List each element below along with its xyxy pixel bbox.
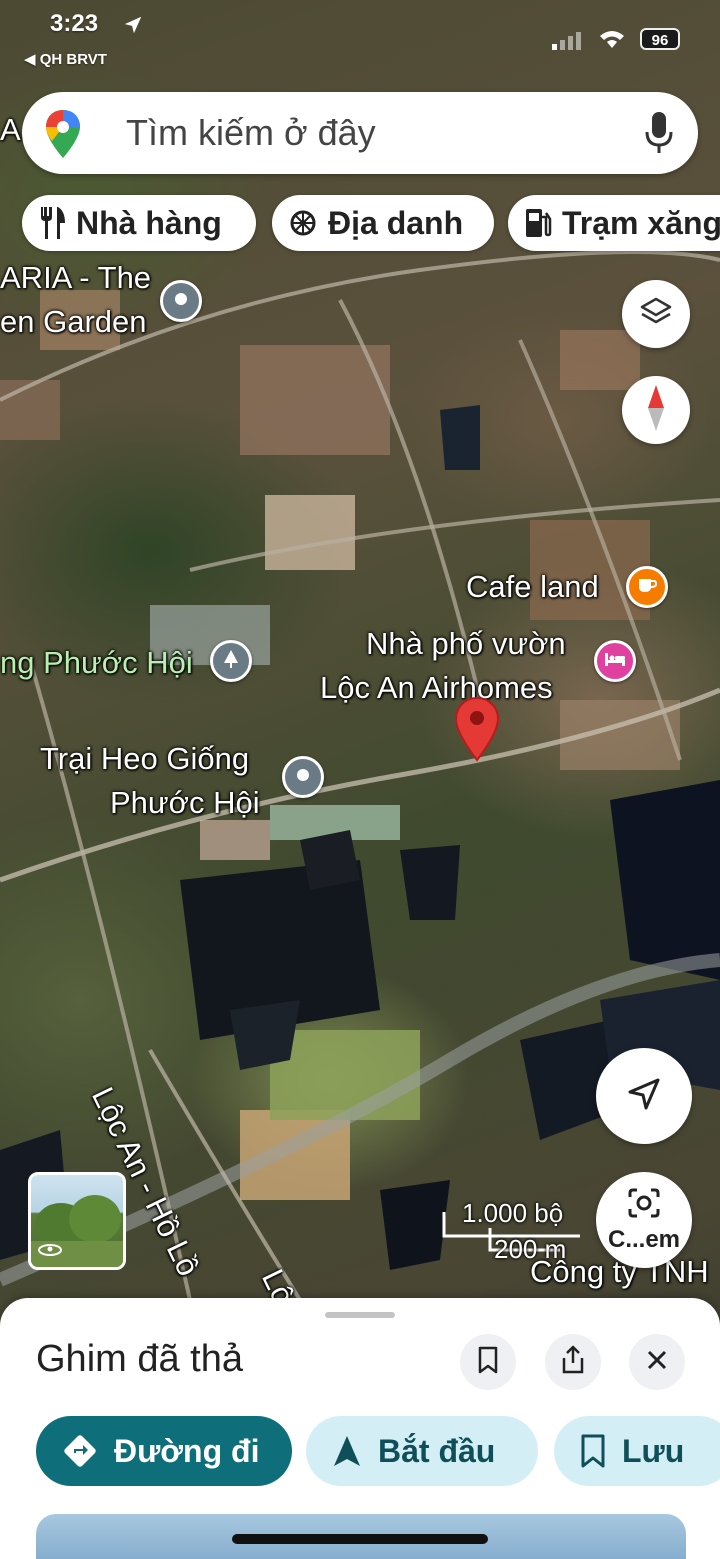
map-label-cafe[interactable]: Cafe land <box>466 565 599 609</box>
layers-icon <box>639 295 673 334</box>
poi-park-marker[interactable] <box>210 640 252 682</box>
location-arrow-icon <box>122 14 144 41</box>
landmark-icon <box>288 208 318 238</box>
poi-hotel-marker[interactable] <box>594 640 636 682</box>
camera-button-label: C...em <box>607 1225 681 1253</box>
google-maps-logo-icon <box>46 110 80 163</box>
place-pin-icon <box>295 767 311 788</box>
map-scale: 1.000 bộ 200 m <box>440 1198 590 1268</box>
fork-knife-icon <box>38 207 66 239</box>
battery-indicator: 96 <box>640 28 680 50</box>
compass-button[interactable] <box>622 376 690 444</box>
place-pin-icon <box>173 291 189 312</box>
scale-feet: 1.000 bộ <box>462 1198 564 1228</box>
poi-cafe-marker[interactable] <box>626 566 668 608</box>
status-bar: 3:23 ◀ QH BRVT 96 <box>0 0 720 80</box>
directions-label: Đường đi <box>114 1432 260 1469</box>
wifi-icon <box>596 26 628 55</box>
bed-icon <box>604 651 626 672</box>
home-indicator[interactable] <box>232 1534 488 1544</box>
share-button[interactable] <box>545 1334 601 1390</box>
coffee-cup-icon <box>637 576 658 599</box>
navigation-start-icon <box>332 1434 362 1468</box>
save-button[interactable]: Lưu <box>554 1416 720 1486</box>
poi-farm-marker[interactable] <box>282 756 324 798</box>
search-bar[interactable]: Tìm kiếm ở đây <box>22 92 698 174</box>
map-label-park[interactable]: ng Phước Hội <box>0 641 193 685</box>
tree-icon <box>221 649 241 674</box>
map-label-farm[interactable]: Trại Heo Giống <box>40 737 249 781</box>
gas-station-icon <box>524 207 552 239</box>
status-time: 3:23 <box>50 10 99 37</box>
chip-label: Địa danh <box>328 204 464 241</box>
camera-search-button[interactable]: C...em <box>596 1172 692 1268</box>
category-chips: Nhà hàng Địa danh Trạm xăng <box>22 195 720 253</box>
chip-label: Trạm xăng <box>562 204 720 241</box>
chip-landmarks[interactable]: Địa danh <box>272 195 494 251</box>
bookmark-icon <box>580 1434 606 1468</box>
share-icon <box>560 1345 586 1380</box>
compass-icon <box>646 384 666 436</box>
map-label-airhomes[interactable]: Nhà phố vườn <box>366 622 566 666</box>
search-input[interactable]: Tìm kiếm ở đây <box>126 112 376 154</box>
navigation-arrow-icon <box>626 1076 662 1117</box>
cellular-signal-icon <box>552 30 582 55</box>
save-label: Lưu <box>622 1432 685 1469</box>
scale-meters: 200 m <box>494 1234 567 1264</box>
sheet-title: Ghim đã thả <box>36 1338 243 1380</box>
camera-lens-icon <box>626 1187 662 1224</box>
chip-label: Nhà hàng <box>76 204 222 241</box>
start-button[interactable]: Bắt đầu <box>306 1416 538 1486</box>
layers-button[interactable] <box>622 280 690 348</box>
map-label-farm-2[interactable]: Phước Hội <box>110 781 260 825</box>
chip-restaurants[interactable]: Nhà hàng <box>22 195 256 251</box>
poi-aria-marker[interactable] <box>160 280 202 322</box>
street-view-360-icon <box>37 1242 63 1263</box>
directions-icon <box>62 1433 98 1469</box>
map-label-airhomes-2[interactable]: Lộc An Airhomes <box>320 666 553 710</box>
microphone-icon[interactable] <box>644 112 674 159</box>
save-bookmark-button[interactable] <box>460 1334 516 1390</box>
map-label-cut: A <box>0 112 21 147</box>
map-label-aria-2[interactable]: en Garden <box>0 300 147 344</box>
bottom-sheet[interactable]: Ghim đã thả Đường đi Bắt đầu Lưu <box>0 1298 720 1559</box>
dropped-pin-icon[interactable] <box>454 696 500 767</box>
close-button[interactable] <box>629 1334 685 1390</box>
close-icon <box>646 1349 668 1376</box>
back-to-app-link[interactable]: ◀ QH BRVT <box>24 50 107 68</box>
street-view-thumbnail[interactable] <box>28 1172 126 1270</box>
map-label-aria[interactable]: ARIA - The <box>0 256 151 300</box>
bookmark-icon <box>477 1346 499 1379</box>
directions-button[interactable]: Đường đi <box>36 1416 292 1486</box>
sheet-grabber[interactable] <box>325 1312 395 1318</box>
start-label: Bắt đầu <box>378 1432 496 1469</box>
chip-gas-stations[interactable]: Trạm xăng <box>508 195 720 251</box>
my-location-button[interactable] <box>596 1048 692 1144</box>
